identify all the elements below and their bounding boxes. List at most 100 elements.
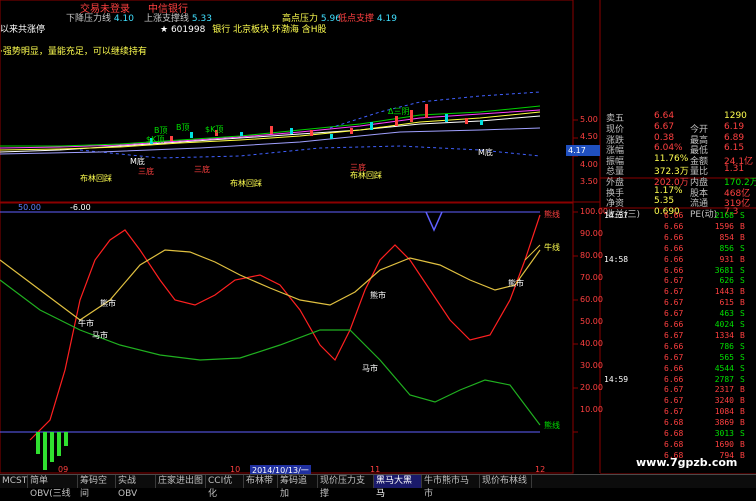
- tick-volume: 565: [719, 352, 734, 362]
- tick-side: S: [740, 429, 745, 438]
- tick-price: 6.66: [664, 254, 684, 264]
- tick-volume: 3240: [714, 396, 734, 406]
- indicator-green-line: [0, 279, 541, 426]
- tick-volume: 1690: [714, 439, 734, 449]
- indicator-tab[interactable]: 筹码空间: [78, 475, 116, 499]
- label-bull-market: 牛市: [78, 319, 94, 328]
- indicator-value-2: -6.00: [70, 203, 91, 212]
- tick-side: S: [740, 363, 745, 373]
- tick-side: B: [740, 330, 745, 340]
- indicator-value: 4.10: [113, 14, 134, 24]
- indicator-tick: 20.00: [580, 383, 603, 392]
- tick-price: 6.67: [664, 276, 684, 286]
- tick-row: 6.67 2317 B: [604, 385, 754, 395]
- quote-value: 6.15: [724, 143, 745, 154]
- indicator-tab[interactable]: 黑马大黑马: [374, 475, 422, 499]
- tick-side: B: [740, 287, 745, 297]
- tick-row: 6.66 854 B: [604, 233, 754, 243]
- tick-volume: 4024: [714, 320, 734, 329]
- label-horse-market-1: 马市: [92, 331, 108, 340]
- tick-side: S: [740, 265, 745, 275]
- tick-price: 6.66: [664, 211, 684, 220]
- indicator-tab[interactable]: 现价布林线: [480, 475, 532, 488]
- tick-volume: 1334: [714, 330, 734, 340]
- star-icon: ★: [160, 25, 169, 35]
- tick-side: B: [740, 221, 745, 231]
- label-bull-line: 牛线: [544, 243, 560, 252]
- annotation-san-yin: Δ三阴: [388, 107, 410, 116]
- indicator-tick: 30.00: [580, 361, 603, 370]
- header-indicator-4: 低点支撑 4.19: [338, 11, 397, 24]
- annotation-m-di-1: M底: [130, 157, 145, 166]
- label-bear-market-3: 熊市: [508, 279, 524, 288]
- price-tick: 4.50: [580, 132, 598, 141]
- annotation-boll-1: 布林回踩: [80, 174, 112, 183]
- indicator-tab[interactable]: 牛市熊市马市: [422, 475, 480, 499]
- indicator-tick: 50.00: [580, 317, 603, 326]
- tick-side: B: [740, 385, 745, 395]
- tick-row: 6.66 4024 S: [604, 320, 754, 330]
- indicator-tab[interactable]: 筹码追加: [278, 475, 318, 499]
- tick-volume: 3869: [714, 418, 734, 428]
- quote-value: 6.04%: [654, 143, 683, 154]
- tick-row: 6.67 1084 B: [604, 407, 754, 417]
- boll-lower: [79, 145, 541, 159]
- tick-side: B: [740, 439, 745, 449]
- tick-price: 6.67: [664, 385, 684, 395]
- tick-price: 6.67: [664, 287, 684, 297]
- tick-side: B: [740, 232, 745, 242]
- indicator-tick: 40.00: [580, 339, 603, 348]
- tick-row: 14:59 6.66 2787 S: [604, 375, 754, 385]
- tick-price: 6.67: [664, 298, 684, 308]
- tick-volume: 2317: [714, 385, 734, 395]
- indicator-tab[interactable]: MCST: [0, 475, 28, 488]
- tick-side: B: [740, 418, 745, 428]
- tick-price: 6.67: [664, 309, 684, 319]
- advice-text: ·强势明显，量能充足，可以继续持有: [0, 47, 147, 57]
- tick-side: S: [740, 309, 745, 319]
- indicator-tab[interactable]: 布林带: [244, 475, 278, 488]
- tick-volume: 1443: [714, 287, 734, 297]
- x-tick: 09: [58, 465, 69, 474]
- tick-price: 6.66: [664, 374, 684, 384]
- indicator-tick: 70.00: [580, 273, 603, 282]
- indicator-tick: 90.00: [580, 229, 603, 238]
- tick-row: 14:58 6.66 931 B: [604, 255, 754, 265]
- tick-time: 14:59: [604, 374, 629, 384]
- boll-upper: [329, 91, 541, 129]
- annotation-k-top-1: $K顶: [205, 125, 224, 134]
- watermark-text: www.7gpzb.com: [636, 456, 738, 469]
- indicator-tab[interactable]: 庄家进出图: [156, 475, 206, 488]
- sector-tags[interactable]: 银行 北京板块 环渤海 含H股: [212, 25, 326, 35]
- indicator-tab[interactable]: 简单OBV(三线: [28, 475, 78, 499]
- tick-price: 6.67: [664, 407, 684, 417]
- tick-row: 6.66 856 S: [604, 244, 754, 254]
- tick-price: 6.66: [664, 243, 684, 253]
- quote-value: 6.19: [724, 122, 745, 132]
- header-indicator-1: 下降压力线 4.10: [66, 11, 134, 24]
- tick-side: S: [740, 374, 745, 384]
- x-tick: 12: [535, 465, 546, 474]
- tick-row: 6.67 463 S: [604, 309, 754, 319]
- tick-side: B: [740, 407, 745, 417]
- tick-row: 6.67 615 B: [604, 298, 754, 308]
- tick-list[interactable]: 14:57 6.66 2168 S 6.66 1596 B 6.66 854 B 6.66 856 S 1…: [604, 211, 756, 473]
- tick-volume: 3013: [714, 429, 734, 438]
- quote-value: 11.76%: [654, 153, 689, 164]
- indicator-tab[interactable]: 现价压力支撑: [318, 475, 374, 499]
- tick-price: 6.66: [664, 265, 684, 275]
- quote-value: 5.35: [654, 196, 675, 207]
- tick-price: 6.66: [664, 341, 684, 351]
- tick-side: B: [740, 450, 745, 460]
- tick-volume: 1084: [714, 407, 734, 417]
- tick-side: B: [740, 254, 745, 264]
- indicator-value: 4.19: [376, 14, 397, 24]
- annotation-boll-3: 布林回踩: [230, 179, 262, 188]
- indicator-tab[interactable]: CCI优化: [206, 475, 244, 499]
- tick-price: 6.67: [664, 396, 684, 406]
- indicator-tick: 10.00: [580, 405, 603, 414]
- tick-volume: 626: [719, 276, 734, 286]
- indicator-blue-spike: [425, 211, 443, 232]
- indicator-tab[interactable]: 实战OBV: [116, 475, 156, 499]
- tick-volume: 854: [719, 232, 734, 242]
